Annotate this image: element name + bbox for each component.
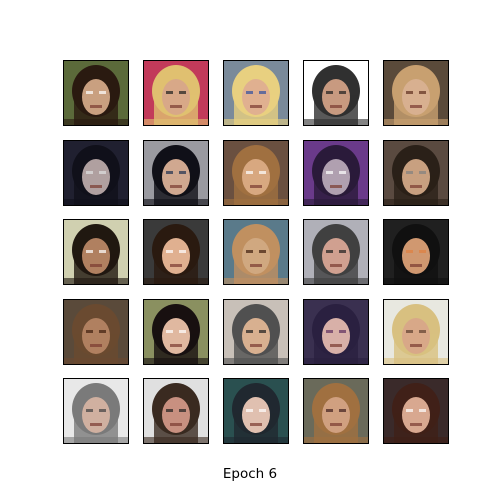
image-grid: [0, 0, 500, 460]
generated-image-1-3: [223, 60, 289, 126]
generated-image-2-2: [143, 140, 209, 206]
generated-image-5-2: [143, 378, 209, 444]
generated-image-4-1: [63, 299, 129, 365]
generated-image-2-4: [303, 140, 369, 206]
generated-image-3-2: [143, 219, 209, 285]
generated-image-5-3: [223, 378, 289, 444]
generated-image-5-5: [383, 378, 449, 444]
generated-image-4-2: [143, 299, 209, 365]
generated-image-3-5: [383, 219, 449, 285]
generated-image-4-3: [223, 299, 289, 365]
generated-image-4-4: [303, 299, 369, 365]
generated-image-2-1: [63, 140, 129, 206]
figure-caption: Epoch 6: [222, 466, 278, 482]
generated-image-2-5: [383, 140, 449, 206]
generated-image-5-4: [303, 378, 369, 444]
generated-image-4-5: [383, 299, 449, 365]
generated-image-5-1: [63, 378, 129, 444]
generated-image-3-1: [63, 219, 129, 285]
generated-image-1-1: [63, 60, 129, 126]
generated-image-1-2: [143, 60, 209, 126]
generated-image-2-3: [223, 140, 289, 206]
generated-image-3-3: [223, 219, 289, 285]
generated-image-1-5: [383, 60, 449, 126]
generated-image-3-4: [303, 219, 369, 285]
generated-image-1-4: [303, 60, 369, 126]
